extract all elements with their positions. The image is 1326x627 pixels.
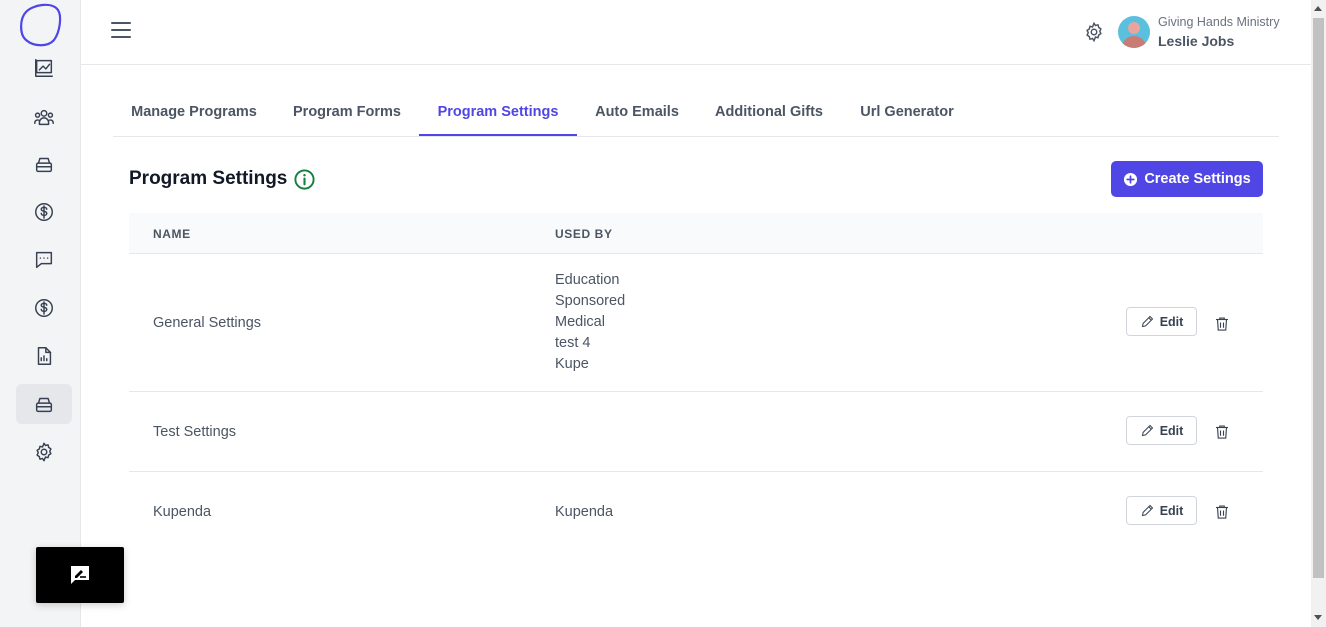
top-bar: Giving Hands Ministry Leslie Jobs [81,0,1311,65]
dollar-circle-icon [35,203,53,221]
tab-additional-gifts[interactable]: Additional Gifts [709,90,829,136]
logo[interactable] [16,2,64,48]
chat-bubble-icon [35,251,53,269]
sidebar-item-messages[interactable] [16,240,72,280]
used-by-item: Medical [555,314,605,330]
edit-button[interactable]: Edit [1126,416,1197,445]
tab-program-settings[interactable]: Program Settings [419,90,577,136]
edit-button[interactable]: Edit [1126,307,1197,336]
feedback-icon [71,566,89,584]
report-icon [37,347,52,365]
menu-toggle-icon[interactable] [111,22,131,42]
table-row: Test Settings Edit [129,392,1263,472]
sidebar-item-reports[interactable] [16,336,72,376]
used-by-item: test 4 [555,335,591,351]
table-row: General Settings Education Sponsored Med… [129,254,1263,392]
edit-button[interactable]: Edit [1126,496,1197,525]
inbox-stack-icon [35,157,53,173]
used-by-list: Kupenda [555,502,613,523]
trash-icon [1216,425,1228,439]
setting-name: General Settings [153,315,262,331]
sidebar-item-programs[interactable] [16,144,72,184]
tab-manage-programs[interactable]: Manage Programs [113,90,275,136]
sidebar-item-settings[interactable] [16,432,72,472]
create-settings-button[interactable]: Create Settings [1111,161,1263,197]
chart-line-icon [35,59,53,77]
tab-bar: Manage Programs Program Forms Program Se… [113,90,1279,137]
edit-label: Edit [1159,314,1184,329]
used-by-list: Education Sponsored Medical test 4 Kupe [555,270,625,375]
scroll-thumb[interactable] [1313,18,1324,578]
page-title: Program Settings [129,168,288,189]
delete-button[interactable] [1213,315,1231,333]
delete-button[interactable] [1213,503,1231,521]
edit-label: Edit [1159,423,1184,438]
used-by-item: Education [555,272,620,288]
sidebar-item-dashboard[interactable] [16,48,72,88]
sidebar-item-program-settings[interactable] [16,384,72,424]
info-icon[interactable] [293,168,316,191]
scroll-down-arrow-icon[interactable] [1314,615,1322,620]
delete-button[interactable] [1213,423,1231,441]
settings-table: NAME USED BY General Settings Education … [129,213,1263,552]
feedback-button[interactable] [36,547,124,603]
tab-program-forms[interactable]: Program Forms [283,90,411,136]
used-by-item: Sponsored [555,293,626,309]
settings-gear-icon[interactable] [1083,21,1105,43]
avatar[interactable] [1118,16,1150,48]
edit-label: Edit [1159,503,1184,518]
user-name[interactable]: Leslie Jobs [1158,33,1234,49]
dollar-circle-icon [35,299,53,317]
gear-icon [36,442,52,462]
page-scrollbar[interactable] [1311,0,1326,627]
org-name: Giving Hands Ministry [1158,15,1280,29]
table-header: NAME USED BY [129,213,1263,254]
table-row: Kupenda Kupenda Edit [129,472,1263,552]
tab-auto-emails[interactable]: Auto Emails [585,90,689,136]
scroll-up-arrow-icon[interactable] [1314,6,1322,11]
setting-name: Kupenda [153,504,212,520]
create-settings-label: Create Settings [1144,171,1251,187]
sidebar [0,0,81,627]
sidebar-item-people[interactable] [16,97,72,137]
pencil-icon [1141,315,1153,328]
inbox-stack-icon [35,397,53,413]
column-header-name: NAME [153,227,191,241]
used-by-item: Kupenda [555,504,614,520]
tab-url-generator[interactable]: Url Generator [853,90,961,136]
trash-icon [1216,505,1228,519]
sidebar-item-finance[interactable] [16,288,72,328]
pencil-icon [1141,504,1153,517]
plus-circle-icon [1124,172,1138,186]
column-header-used-by: USED BY [555,227,613,241]
pencil-icon [1141,424,1153,437]
setting-name: Test Settings [153,424,237,440]
users-icon [34,109,54,126]
used-by-item: Kupe [555,356,589,372]
trash-icon [1216,317,1228,331]
sidebar-item-donations[interactable] [16,192,72,232]
